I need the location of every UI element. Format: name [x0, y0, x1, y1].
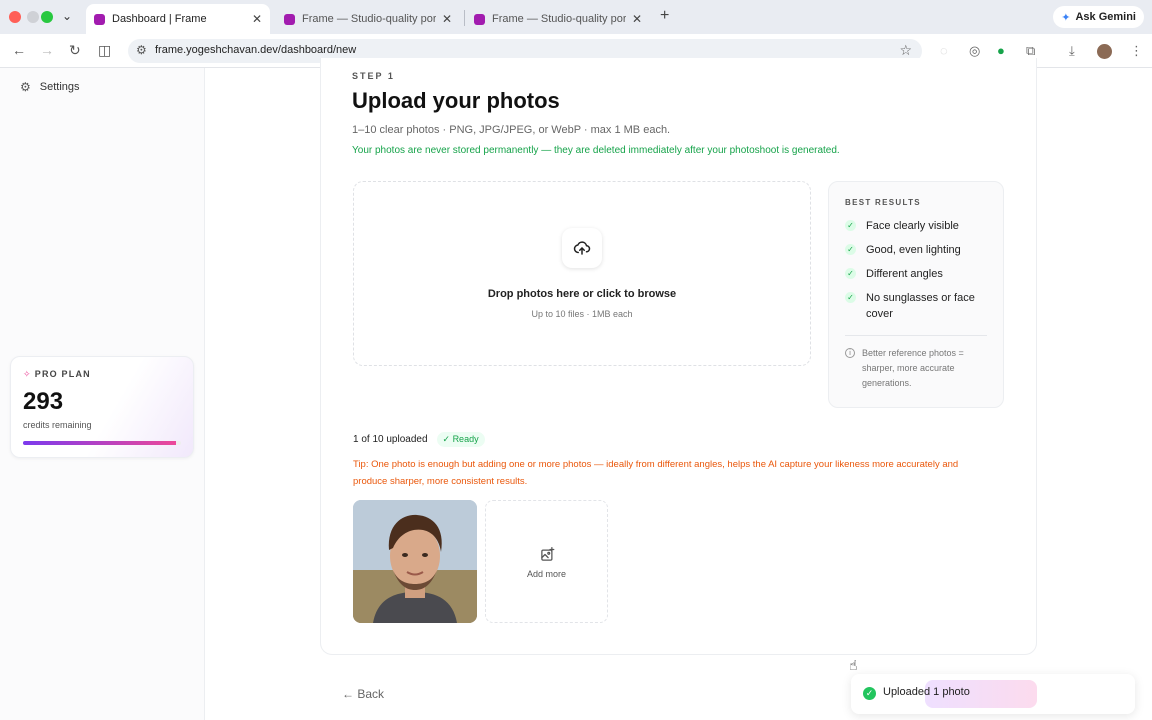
photo-dropzone[interactable]: Drop photos here or click to browse Up t…	[353, 181, 811, 366]
extension-loading-icon[interactable]: ◌	[940, 43, 948, 58]
tab-close-icon[interactable]: ✕	[252, 12, 262, 26]
dropzone-title: Drop photos here or click to browse	[487, 288, 677, 300]
frame-favicon-icon	[474, 13, 485, 25]
back-arrow-icon[interactable]: ←	[12, 42, 26, 58]
browser-menu-icon[interactable]: ⋮	[1130, 43, 1143, 59]
tab-title: Frame — Studio-quality portraits	[302, 13, 436, 25]
browser-tab-bar: ⌄ Dashboard | Frame ✕ Frame — Studio-qua…	[0, 0, 1152, 34]
back-label: Back	[357, 687, 385, 701]
tip-item-text: Good, even lighting	[866, 244, 961, 256]
reload-icon[interactable]: ↻	[69, 42, 81, 59]
site-info-icon[interactable]: ⚙	[136, 43, 147, 57]
uploaded-photo-thumbnail[interactable]	[353, 500, 477, 623]
page-title: Upload your photos	[352, 88, 560, 113]
status-badge: ✓ Ready	[436, 432, 485, 447]
reference-note: i Better reference photos = sharper, more…	[845, 346, 995, 391]
url-text[interactable]: frame.yogeshchavan.dev/dashboard/new	[155, 44, 356, 56]
check-icon: ✓	[845, 292, 856, 303]
tip-item-text: Face clearly visible	[866, 220, 959, 232]
frame-favicon-icon	[284, 13, 295, 25]
tab-close-icon[interactable]: ✕	[632, 12, 642, 26]
check-circle-icon: ✓	[863, 687, 876, 700]
credits-label: credits remaining	[23, 420, 92, 430]
download-icon[interactable]: ⤓	[1069, 43, 1075, 59]
tab-frame-portraits-2[interactable]: Frame — Studio-quality portraits ✕	[466, 4, 650, 34]
cloud-upload-icon	[562, 228, 602, 268]
info-icon: i	[845, 348, 855, 358]
check-icon: ✓	[845, 244, 856, 255]
tab-close-icon[interactable]: ✕	[442, 12, 452, 26]
step-label: STEP 1	[352, 71, 395, 81]
window-close-button[interactable]	[9, 11, 21, 23]
new-tab-plus-icon[interactable]: +	[660, 7, 669, 25]
add-more-label: Add more	[526, 569, 567, 579]
frame-favicon-icon	[94, 13, 105, 25]
back-button[interactable]: ← Back	[342, 687, 384, 701]
split-view-icon[interactable]: ◫	[98, 42, 111, 59]
credits-progress-fill	[23, 441, 177, 445]
hand-cursor-icon: ☝	[849, 657, 858, 673]
tab-frame-portraits-1[interactable]: Frame — Studio-quality portraits ✕	[276, 4, 460, 34]
forward-arrow-icon[interactable]: →	[40, 42, 54, 58]
plan-name: PRO PLAN	[34, 369, 91, 379]
reference-note-text: Better reference photos = sharper, more …	[862, 348, 964, 388]
check-icon: ✓	[845, 220, 856, 231]
dropzone-subtitle: Up to 10 files · 1MB each	[531, 309, 633, 319]
tip-item: ✓ No sunglasses or face cover	[845, 290, 995, 322]
toast-message: Uploaded 1 photo	[883, 686, 970, 698]
profile-avatar[interactable]	[1097, 44, 1112, 59]
sidebar: ⚙ Settings ✧ PRO PLAN 293 credits remaini…	[0, 68, 205, 720]
divider	[845, 335, 987, 336]
ask-gemini-button[interactable]: ✦ Ask Gemini	[1053, 6, 1144, 28]
ask-gemini-label: Ask Gemini	[1075, 11, 1136, 23]
gear-icon: ⚙	[20, 80, 31, 94]
bookmark-star-icon[interactable]: ☆	[899, 42, 912, 59]
tip-item: ✓ Face clearly visible	[845, 218, 995, 234]
tab-search-chevron-icon[interactable]: ⌄	[62, 9, 72, 23]
tip-item-text: Different angles	[866, 268, 943, 280]
tip-item: ✓ Good, even lighting	[845, 242, 995, 258]
extensions-puzzle-icon[interactable]: ⧉	[1026, 43, 1035, 59]
sparkle-icon: ✧	[23, 369, 32, 379]
tip-prefix: Tip:	[353, 459, 369, 470]
tip-item-text: No sunglasses or face cover	[866, 292, 975, 320]
best-results-card: BEST RESULTS ✓ Face clearly visible ✓ Good…	[828, 181, 1004, 408]
tab-dashboard[interactable]: Dashboard | Frame ✕	[86, 4, 270, 34]
add-image-icon	[540, 547, 555, 567]
tab-title: Frame — Studio-quality portraits	[492, 13, 626, 25]
tab-separator	[464, 10, 465, 26]
tip-text: One photo is enough but adding one or mo…	[353, 459, 959, 487]
add-more-button[interactable]: Add more	[485, 500, 608, 623]
sidebar-item-label: Settings	[39, 81, 80, 93]
tip-message: Tip: One photo is enough but adding one …	[353, 456, 993, 490]
credits-count: 293	[23, 388, 64, 415]
upload-count-text: 1 of 10 uploaded	[353, 434, 428, 445]
gemini-sparkle-icon: ✦	[1061, 11, 1071, 24]
privacy-notice: Your photos are never stored permanently…	[352, 145, 840, 156]
portrait-photo	[353, 500, 477, 623]
extension-code-icon[interactable]: ◎	[969, 43, 980, 59]
grammarly-icon[interactable]: ●	[997, 43, 1005, 58]
credits-progress-bar	[23, 441, 181, 445]
upload-requirements: 1–10 clear photos · PNG, JPG/JPEG, or We…	[352, 124, 671, 136]
window-minimize-button[interactable]	[27, 11, 39, 23]
window-zoom-button[interactable]	[41, 11, 53, 23]
check-icon: ✓	[845, 268, 856, 279]
tip-item: ✓ Different angles	[845, 266, 995, 282]
upload-toast: ✓ Uploaded 1 photo	[851, 674, 1135, 714]
app-content: ⚙ Settings ✧ PRO PLAN 293 credits remaini…	[0, 58, 1152, 720]
upload-count: 1 of 10 uploaded ✓ Ready	[353, 432, 485, 447]
plan-label: ✧ PRO PLAN	[23, 369, 91, 380]
sidebar-item-settings[interactable]: ⚙ Settings	[20, 80, 80, 94]
best-results-heading: BEST RESULTS	[845, 198, 921, 207]
tab-title: Dashboard | Frame	[112, 13, 207, 25]
plan-credits-card: ✧ PRO PLAN 293 credits remaining	[10, 356, 194, 458]
status-text: Ready	[452, 434, 479, 444]
